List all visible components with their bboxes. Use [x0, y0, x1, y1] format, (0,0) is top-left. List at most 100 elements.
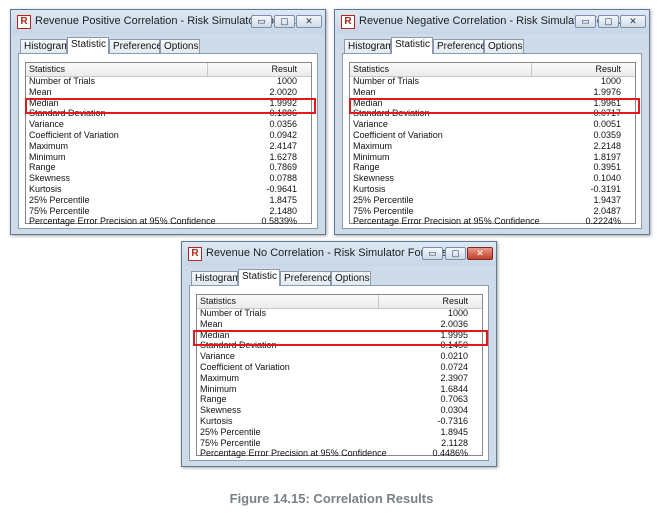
stat-label: Percentage Error Precision at 95% Confid…: [29, 216, 216, 227]
table-row[interactable]: 25% Percentile 1.8945: [197, 427, 482, 438]
table-row[interactable]: Number of Trials 1000: [350, 76, 635, 87]
close-button[interactable]: ✕: [296, 15, 322, 28]
table-row[interactable]: Maximum 2.4147: [26, 141, 311, 152]
close-button[interactable]: ✕: [620, 15, 646, 28]
stat-value: 1.6278: [269, 151, 297, 162]
stat-value: 2.1480: [269, 205, 297, 216]
table-row[interactable]: Coefficient of Variation 0.0724: [197, 362, 482, 373]
table-row[interactable]: Variance 0.0051: [350, 119, 635, 130]
tab-histogram[interactable]: Histogram: [20, 39, 70, 53]
grid-header: Statistics Result: [350, 63, 635, 77]
stat-value: 1000: [600, 76, 621, 86]
stat-label: Coefficient of Variation: [200, 362, 290, 372]
table-row[interactable]: Coefficient of Variation 0.0359: [350, 130, 635, 141]
table-row[interactable]: Range 0.3951: [350, 162, 635, 173]
stat-label: Mean: [29, 86, 52, 97]
stat-label: Kurtosis: [200, 416, 233, 426]
table-row[interactable]: Kurtosis -0.3191: [350, 184, 635, 195]
table-row[interactable]: Kurtosis -0.9641: [26, 184, 311, 195]
title-bar[interactable]: R Revenue Negative Correlation - Risk Si…: [335, 10, 649, 34]
table-row[interactable]: Kurtosis -0.7316: [197, 416, 482, 427]
tab-preferences[interactable]: Preferences: [280, 271, 338, 285]
stat-label: Maximum: [29, 140, 69, 151]
stat-label: Range: [200, 394, 227, 405]
stat-label: Number of Trials: [200, 308, 267, 318]
stat-value: 1000: [447, 308, 468, 318]
statistics-grid[interactable]: Statistics Result Number of Trials 1000 Me…: [25, 62, 312, 227]
statistics-grid[interactable]: Statistics Result Number of Trials 1000 Me…: [196, 294, 483, 459]
tab-options[interactable]: Options: [484, 39, 524, 53]
table-row[interactable]: Mean 1.9976: [350, 87, 635, 98]
stat-label: Maximum: [353, 140, 393, 151]
table-row[interactable]: Maximum 2.3907: [197, 373, 482, 384]
maximize-button[interactable]: ▢: [598, 15, 619, 28]
statistics-grid[interactable]: Statistics Result Number of Trials 1000 Me…: [349, 62, 636, 227]
tab-statistic[interactable]: Statistic: [67, 37, 109, 54]
tab-statistic[interactable]: Statistic: [238, 269, 280, 286]
tab-preferences[interactable]: Preferences: [109, 39, 167, 53]
maximize-button[interactable]: ▢: [274, 15, 295, 28]
stat-value: 0.0210: [440, 351, 468, 362]
title-bar[interactable]: R Revenue No Correlation - Risk Simulato…: [182, 242, 496, 266]
stat-value: 0.0724: [440, 362, 468, 372]
stat-label: Minimum: [29, 151, 66, 162]
tab-options[interactable]: Options: [160, 39, 200, 53]
stat-label: 75% Percentile: [353, 205, 414, 216]
tab-statistic[interactable]: Statistic: [391, 37, 433, 54]
tab-options[interactable]: Options: [331, 271, 371, 285]
header-result: Result: [442, 296, 468, 306]
stat-label: Maximum: [200, 372, 240, 383]
stat-value: 0.5839%: [261, 216, 297, 227]
window-no-correlation: R Revenue No Correlation - Risk Simulato…: [181, 241, 497, 467]
title-bar[interactable]: R Revenue Positive Correlation - Risk Si…: [11, 10, 325, 34]
stat-label: Number of Trials: [353, 76, 420, 86]
stat-label: Skewness: [353, 173, 395, 184]
tab-preferences[interactable]: Preferences: [433, 39, 491, 53]
table-row[interactable]: 25% Percentile 1.8475: [26, 195, 311, 206]
stat-value: 1000: [276, 76, 297, 86]
stat-label: 75% Percentile: [200, 437, 261, 448]
table-row[interactable]: Percentage Error Precision at 95% Confid…: [197, 448, 482, 459]
stat-label: Variance: [200, 351, 235, 362]
table-row[interactable]: Mean 2.0020: [26, 87, 311, 98]
table-row[interactable]: Minimum 1.6844: [197, 384, 482, 395]
table-row[interactable]: Skewness 0.1040: [350, 173, 635, 184]
maximize-button[interactable]: ▢: [445, 247, 466, 260]
minimize-button[interactable]: ▭: [575, 15, 596, 28]
table-row[interactable]: Skewness 0.0788: [26, 173, 311, 184]
tab-histogram[interactable]: Histogram: [344, 39, 394, 53]
minimize-button[interactable]: ▭: [251, 15, 272, 28]
table-row[interactable]: Maximum 2.2148: [350, 141, 635, 152]
stat-value: 0.3951: [593, 162, 621, 173]
table-row[interactable]: 75% Percentile 2.1480: [26, 206, 311, 217]
stat-label: Range: [353, 162, 380, 173]
stat-value: 1.9976: [593, 86, 621, 97]
table-row[interactable]: 75% Percentile 2.1128: [197, 438, 482, 449]
table-row[interactable]: Variance 0.0210: [197, 351, 482, 362]
stat-label: Kurtosis: [29, 184, 62, 194]
stat-value: 1.8197: [593, 151, 621, 162]
table-row[interactable]: Percentage Error Precision at 95% Confid…: [350, 216, 635, 227]
close-button[interactable]: ✕: [467, 247, 493, 260]
stat-value: -0.7316: [437, 416, 468, 426]
stat-label: 75% Percentile: [29, 205, 90, 216]
table-row[interactable]: Range 0.7063: [197, 394, 482, 405]
table-row[interactable]: Minimum 1.8197: [350, 152, 635, 163]
stat-value: 1.6844: [440, 383, 468, 394]
table-row[interactable]: Number of Trials 1000: [197, 308, 482, 319]
stat-value: 0.2224%: [585, 216, 621, 227]
table-row[interactable]: Skewness 0.0304: [197, 405, 482, 416]
table-row[interactable]: Variance 0.0356: [26, 119, 311, 130]
table-row[interactable]: Coefficient of Variation 0.0942: [26, 130, 311, 141]
table-row[interactable]: Mean 2.0036: [197, 319, 482, 330]
tab-histogram[interactable]: Histogram: [191, 271, 241, 285]
minimize-button[interactable]: ▭: [422, 247, 443, 260]
table-row[interactable]: Number of Trials 1000: [26, 76, 311, 87]
stat-label: Range: [29, 162, 56, 173]
table-row[interactable]: Range 0.7869: [26, 162, 311, 173]
table-row[interactable]: 25% Percentile 1.9437: [350, 195, 635, 206]
table-row[interactable]: Minimum 1.6278: [26, 152, 311, 163]
table-row[interactable]: Percentage Error Precision at 95% Confid…: [26, 216, 311, 227]
table-row[interactable]: 75% Percentile 2.0487: [350, 206, 635, 217]
stat-label: Variance: [353, 119, 388, 130]
